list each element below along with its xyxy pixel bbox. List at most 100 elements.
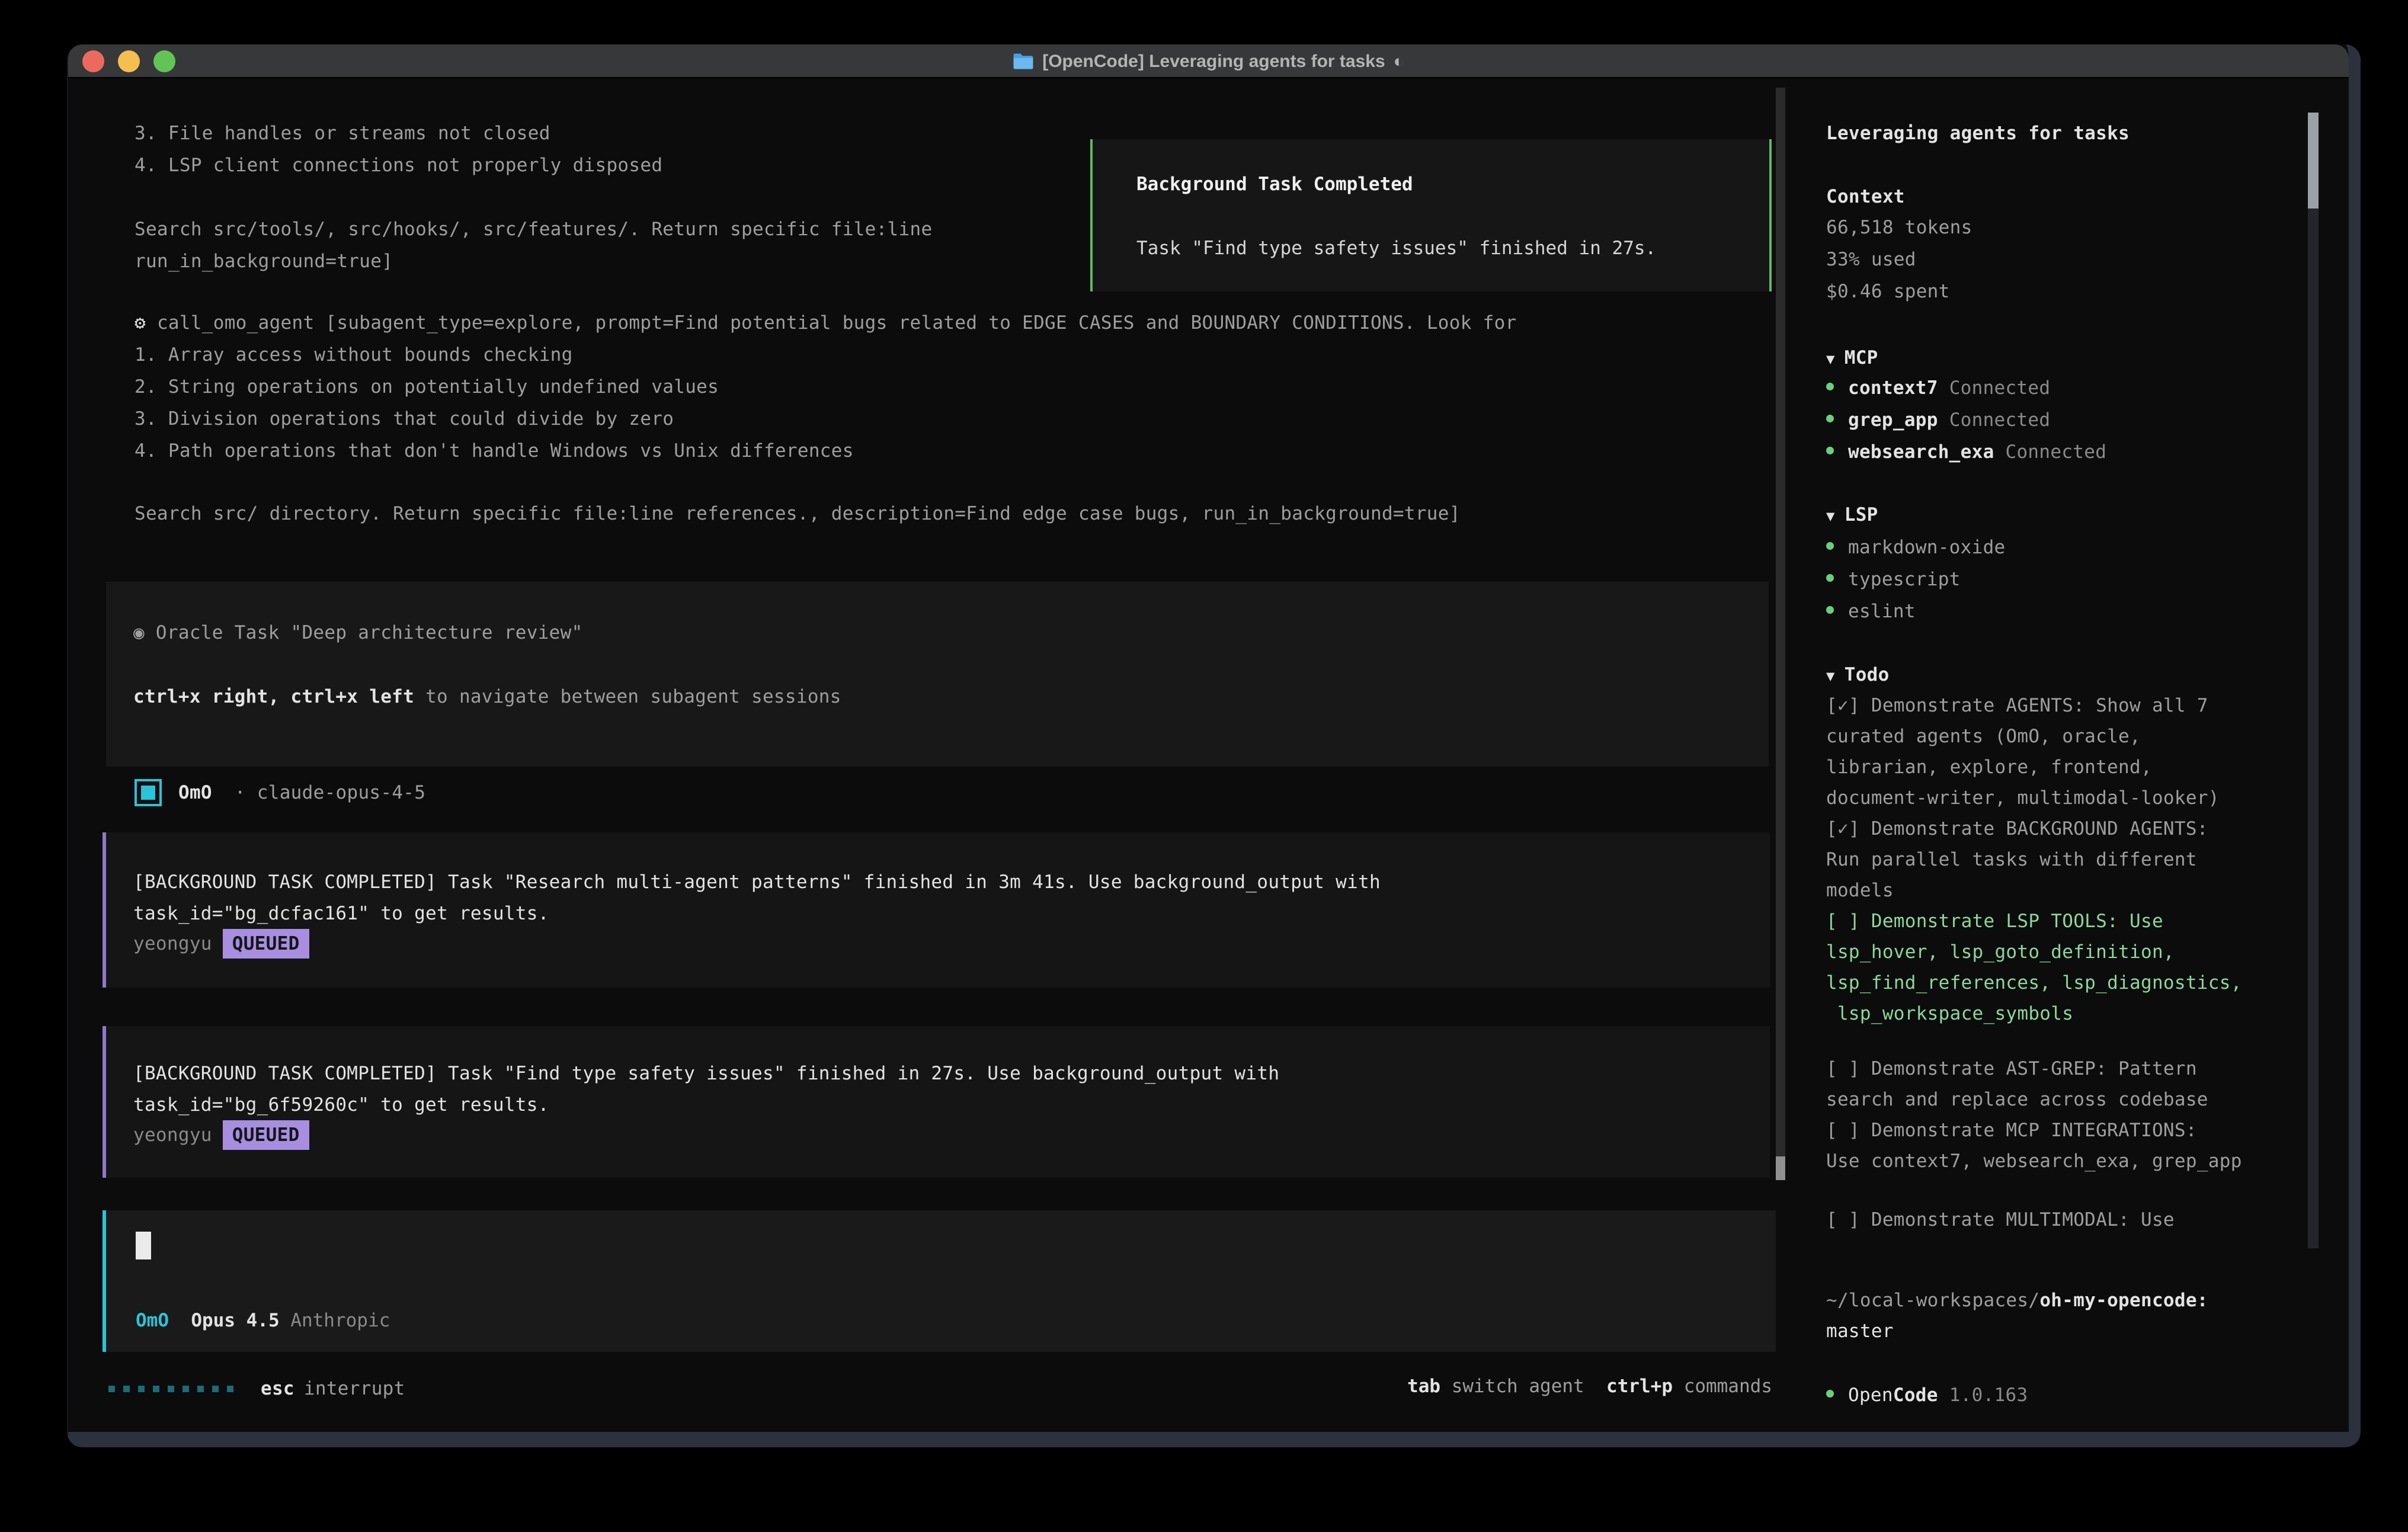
status-dot-icon	[1826, 415, 1834, 422]
mcp-item: grep_app Connected	[1826, 407, 2050, 433]
app-window: [OpenCode] Leveraging agents for tasks ◐…	[67, 44, 2361, 1447]
workspace-branch: master	[1826, 1318, 1894, 1344]
agent-separator: ·	[235, 782, 246, 803]
hint-rest: to navigate between subagent sessions	[414, 686, 841, 707]
mcp-item: context7 Connected	[1826, 375, 2050, 401]
collapse-triangle-icon: ▼	[1826, 351, 1835, 367]
context-tokens: 66,518 tokens	[1826, 214, 1972, 241]
lsp-item: typescript	[1826, 566, 1961, 592]
lsp-section-header[interactable]: ▼LSP	[1826, 502, 1878, 529]
context-used: 33% used	[1826, 246, 1916, 273]
todo-line: models	[1826, 877, 1894, 903]
cmd-action-hint: commands	[1684, 1376, 1772, 1397]
session-title: Leveraging agents for tasks	[1826, 120, 2130, 146]
task-card-line1: [BACKGROUND TASK COMPLETED] Task "Resear…	[133, 869, 1381, 895]
sidebar-scrollbar-thumb[interactable]	[2308, 113, 2319, 209]
input-agent-name: OmO	[136, 1310, 169, 1331]
statusbar-right: tab switch agent ctrl+p commands	[1407, 1376, 1772, 1397]
notification-body: Task "Find type safety issues" finished …	[1136, 238, 1656, 259]
task-card-line1: [BACKGROUND TASK COMPLETED] Task "Find t…	[133, 1060, 1279, 1086]
esc-action-hint: interrupt	[304, 1376, 405, 1402]
oracle-task-label: ◉ Oracle Task "Deep architecture review"	[133, 620, 583, 646]
status-dot-icon	[1826, 542, 1834, 550]
agent-name: OmO	[178, 782, 212, 803]
text-cursor	[136, 1232, 151, 1259]
background-task-notification: Background Task Completed Task "Find typ…	[1090, 139, 1772, 291]
todo-line: search and replace across codebase	[1826, 1086, 2208, 1113]
context-heading: Context	[1826, 184, 1905, 210]
task-card-meta: yeongyu QUEUED	[133, 929, 309, 959]
tab-key-hint: tab	[1407, 1376, 1440, 1397]
task-card: [BACKGROUND TASK COMPLETED] Task "Resear…	[103, 832, 1770, 988]
tool-call-line: ⚙ call_omo_agent [subagent_type=explore,…	[135, 310, 1517, 336]
hint-keys: ctrl+x right, ctrl+x left	[133, 686, 414, 707]
todo-line: [ ] Demonstrate MCP INTEGRATIONS:	[1826, 1117, 2197, 1143]
workspace-path: ~/local-workspaces/oh-my-opencode:	[1826, 1287, 2208, 1313]
todo-line-active: lsp_workspace_symbols	[1826, 1001, 2073, 1027]
input-model-name: Opus 4.5	[191, 1310, 279, 1331]
statusbar-left: esc interrupt	[108, 1376, 405, 1402]
terminal-content: 3. File handles or streams not closed 4.…	[68, 78, 2349, 1432]
task-card-meta: yeongyu QUEUED	[133, 1120, 309, 1150]
chat-line: 4. LSP client connections not properly d…	[135, 152, 662, 178]
todo-line: [✓] Demonstrate AGENTS: Show all 7	[1826, 693, 2208, 719]
mcp-item: websearch_exa Connected	[1826, 439, 2106, 465]
notification-title: Background Task Completed	[1136, 174, 1413, 195]
main-scrollbar-thumb[interactable]	[1776, 1156, 1785, 1180]
titlebar: [OpenCode] Leveraging agents for tasks ◐	[68, 44, 2349, 78]
agent-header: OmO · claude-opus-4-5	[178, 780, 425, 806]
window-title-badge-icon: ◐	[1394, 52, 1404, 72]
queued-badge: QUEUED	[223, 1120, 309, 1150]
cmd-key-hint: ctrl+p	[1606, 1376, 1673, 1397]
gear-icon: ⚙	[135, 312, 146, 334]
status-dot-icon	[1826, 1390, 1834, 1398]
task-card: [BACKGROUND TASK COMPLETED] Task "Find t…	[103, 1026, 1770, 1178]
version-line: OpenCode 1.0.163	[1826, 1382, 2028, 1408]
window-title-area: [OpenCode] Leveraging agents for tasks ◐	[68, 44, 2349, 78]
lsp-item: markdown-oxide	[1826, 534, 2006, 560]
tool-call-item: 4. Path operations that don't handle Win…	[135, 438, 854, 464]
todo-line: curated agents (OmO, oracle,	[1826, 723, 2141, 749]
mcp-section-header[interactable]: ▼MCP	[1826, 345, 1878, 372]
agent-omo-icon	[135, 779, 162, 806]
subagent-nav-hint: ctrl+x right, ctrl+x left to navigate be…	[133, 684, 841, 710]
chat-line: run_in_background=true]	[135, 248, 393, 274]
tool-call-item: 2. String operations on potentially unde…	[135, 374, 719, 400]
context-spent: $0.46 spent	[1826, 278, 1950, 305]
todo-line: [ ] Demonstrate AST-GREP: Pattern	[1826, 1056, 2197, 1082]
todo-line: [ ] Demonstrate MULTIMODAL: Use	[1826, 1207, 2175, 1233]
window-title: [OpenCode] Leveraging agents for tasks	[1042, 52, 1385, 72]
chat-line: Search src/tools/, src/hooks/, src/featu…	[135, 216, 932, 242]
chat-line: 3. File handles or streams not closed	[135, 120, 550, 146]
tab-action-hint: switch agent	[1452, 1376, 1584, 1397]
todo-line: Run parallel tasks with different	[1826, 847, 2197, 873]
todo-line: Use context7, websearch_exa, grep_app	[1826, 1148, 2242, 1174]
task-card-line2: task_id="bg_6f59260c" to get results.	[133, 1092, 549, 1118]
todo-line-active: [ ] Demonstrate LSP TOOLS: Use	[1826, 908, 2163, 934]
model-row: OmO Opus 4.5 Anthropic	[136, 1310, 390, 1331]
prompt-input[interactable]: OmO Opus 4.5 Anthropic	[103, 1210, 1776, 1352]
collapse-triangle-icon: ▼	[1826, 668, 1835, 684]
fisheye-icon: ◉	[133, 622, 145, 643]
busy-spinner-icon	[108, 1386, 233, 1392]
todo-line: document-writer, multimodal-looker)	[1826, 785, 2220, 811]
todo-section-header[interactable]: ▼Todo	[1826, 662, 1890, 689]
main-scrollbar-track[interactable]	[1776, 88, 1785, 1180]
status-dot-icon	[1826, 383, 1834, 390]
collapse-triangle-icon: ▼	[1826, 508, 1835, 524]
tool-call-item: 3. Division operations that could divide…	[135, 406, 674, 432]
status-dot-icon	[1826, 574, 1834, 582]
lsp-item: eslint	[1826, 598, 1916, 624]
todo-line-active: lsp_hover, lsp_goto_definition,	[1826, 939, 2175, 965]
folder-icon	[1013, 53, 1034, 70]
todo-line: librarian, explore, frontend,	[1826, 754, 2152, 780]
status-dot-icon	[1826, 606, 1834, 614]
sidebar-scrollbar-track[interactable]	[2308, 113, 2319, 1248]
task-user: yeongyu	[133, 1124, 212, 1146]
queued-badge: QUEUED	[223, 929, 309, 959]
todo-line: [✓] Demonstrate BACKGROUND AGENTS:	[1826, 816, 2208, 842]
tool-call-footer: Search src/ directory. Return specific f…	[135, 501, 1461, 527]
todo-line-active: lsp_find_references, lsp_diagnostics,	[1826, 970, 2242, 996]
task-user: yeongyu	[133, 933, 212, 954]
agent-model: claude-opus-4-5	[257, 782, 425, 803]
